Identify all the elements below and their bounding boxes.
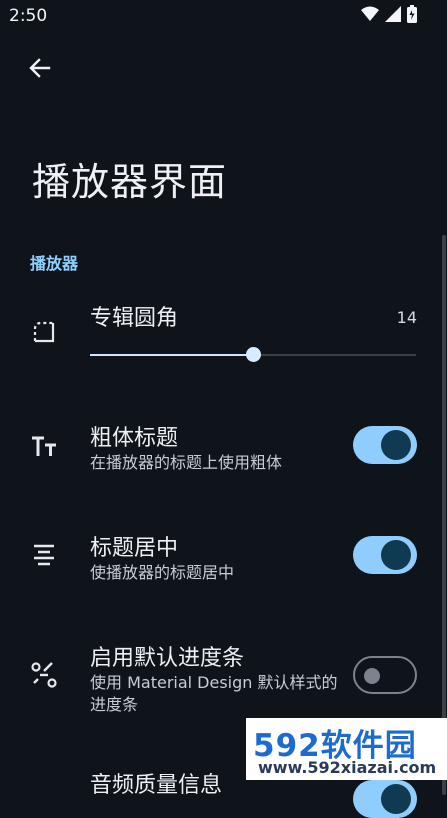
bold-title-subtitle: 在播放器的标题上使用粗体 [90, 453, 283, 472]
status-time: 2:50 [9, 6, 48, 26]
audio-quality-toggle[interactable] [353, 780, 417, 818]
status-bar: 2:50 [0, 0, 447, 32]
watermark-url: www.592xiazai.com [258, 758, 437, 777]
signal-icon [385, 6, 401, 26]
status-icons [361, 5, 417, 27]
battery-icon [407, 5, 417, 27]
arrow-left-icon [29, 57, 51, 83]
section-header-player: 播放器 [30, 254, 79, 273]
toggle-knob [364, 668, 380, 684]
scrollbar[interactable] [442, 235, 446, 795]
center-title-toggle[interactable] [353, 536, 417, 574]
default-progress-subtitle: 使用 Material Design 默认样式的进度条 [90, 673, 338, 714]
center-title-title: 标题居中 [90, 536, 179, 561]
align-center-icon [30, 541, 58, 569]
bold-title-toggle[interactable] [353, 426, 417, 464]
default-progress-title: 启用默认进度条 [90, 646, 245, 671]
center-title-subtitle: 使播放器的标题居中 [90, 563, 235, 582]
rounded-corner-icon [30, 318, 58, 346]
bold-title-title: 粗体标题 [90, 426, 179, 451]
album-corner-title: 专辑圆角 [90, 306, 179, 331]
toggle-knob [381, 430, 411, 460]
watermark-logo: 592软件园 www.592xiazai.com [246, 718, 447, 780]
toggle-knob [381, 784, 411, 814]
slider-fill [90, 354, 253, 356]
text-size-icon [30, 432, 58, 460]
album-corner-slider[interactable] [90, 347, 416, 362]
wifi-icon [361, 6, 379, 26]
album-corner-value: 14 [396, 308, 417, 327]
toggle-knob [381, 540, 411, 570]
page-title: 播放器界面 [32, 160, 228, 204]
audio-quality-title: 音频质量信息 [90, 773, 223, 798]
default-progress-toggle[interactable] [353, 656, 417, 694]
back-button[interactable] [24, 54, 56, 86]
route-icon [30, 661, 58, 689]
slider-thumb[interactable] [246, 347, 261, 362]
